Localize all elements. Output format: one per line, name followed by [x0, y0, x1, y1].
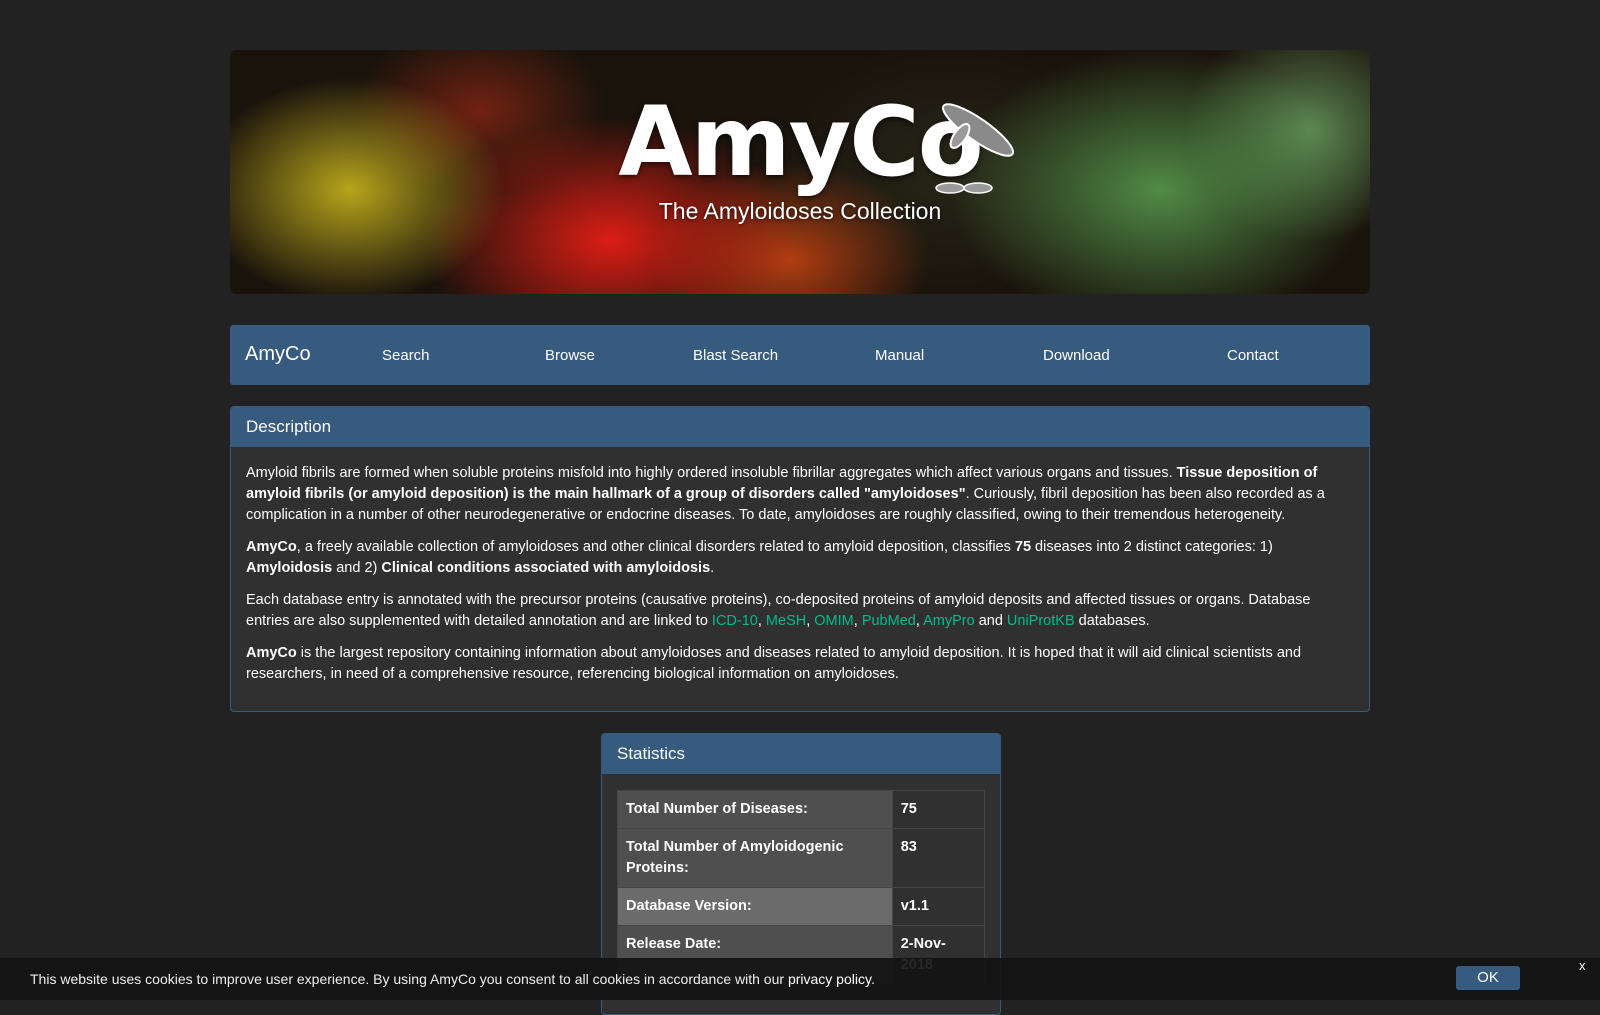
stat-label: Database Version:	[617, 887, 893, 926]
link-amypro[interactable]: AmyPro	[923, 613, 975, 629]
cookie-consent-bar: This website uses cookies to improve use…	[0, 958, 1600, 1000]
stat-value: v1.1	[891, 887, 986, 926]
text: , a freely available collection of amylo…	[296, 539, 1015, 555]
table-row: Total Number of Diseases: 75	[617, 790, 986, 829]
text: .	[710, 560, 715, 576]
description-paragraph-3: Each database entry is annotated with th…	[246, 590, 1354, 632]
text: databases.	[1074, 613, 1150, 629]
cookie-text: This website uses cookies to improve use…	[30, 971, 788, 987]
main-navbar: AmyCo Search Browse Blast Search Manual …	[230, 325, 1370, 385]
link-uniprotkb[interactable]: UniProtKB	[1007, 613, 1075, 629]
tagline: The Amyloidoses Collection	[658, 198, 942, 224]
description-panel: Description Amyloid fibrils are formed w…	[230, 406, 1370, 712]
table-row: Database Version: v1.1	[617, 887, 986, 926]
text: diseases into 2 distinct categories: 1)	[1031, 539, 1273, 555]
bold-text: Amyloidosis	[246, 560, 333, 576]
link-omim[interactable]: OMIM	[814, 613, 853, 629]
stat-label: Total Number of Amyloidogenic Proteins:	[617, 828, 893, 888]
separator: ,	[915, 613, 924, 629]
description-paragraph-4: AmyCo is the largest repository containi…	[246, 643, 1354, 685]
stat-value: 75	[891, 790, 986, 829]
statistics-table: Total Number of Diseases: 75 Total Numbe…	[617, 790, 986, 985]
cookie-ok-button[interactable]: OK	[1456, 966, 1520, 990]
cookie-close-icon[interactable]: x	[1579, 958, 1586, 973]
disease-count: 75	[1014, 539, 1032, 555]
navbar-brand[interactable]: AmyCo	[245, 343, 311, 366]
table-row: Total Number of Amyloidogenic Proteins: …	[617, 828, 986, 888]
nav-manual[interactable]: Manual	[875, 347, 924, 364]
separator: ,	[853, 613, 862, 629]
text: is the largest repository containing inf…	[246, 645, 1302, 682]
nav-contact[interactable]: Contact	[1227, 347, 1279, 364]
logo-text: AmyCo	[618, 86, 983, 198]
statistics-heading: Statistics	[602, 734, 1000, 774]
text: Amyloid fibrils are formed when soluble …	[246, 465, 1177, 481]
description-paragraph-2: AmyCo, a freely available collection of …	[246, 537, 1354, 579]
nav-browse[interactable]: Browse	[545, 347, 595, 364]
description-heading: Description	[231, 407, 1369, 447]
bold-text: Clinical conditions associated with amyl…	[381, 560, 711, 576]
link-icd10[interactable]: ICD-10	[712, 613, 758, 629]
description-body: Amyloid fibrils are formed when soluble …	[231, 447, 1369, 685]
stat-label: Total Number of Diseases:	[617, 790, 893, 829]
stat-value: 83	[891, 828, 986, 888]
separator: and	[974, 613, 1007, 629]
header-banner: AmyCo The Amyloidoses Collection	[230, 50, 1370, 294]
nav-blast-search[interactable]: Blast Search	[693, 347, 778, 364]
amyco-logo-icon	[935, 103, 1014, 194]
nav-download[interactable]: Download	[1043, 347, 1110, 364]
separator: ,	[757, 613, 766, 629]
bold-text: AmyCo	[246, 539, 297, 555]
text: and 2)	[332, 560, 382, 576]
privacy-policy-link[interactable]: privacy policy	[788, 971, 871, 987]
nav-search[interactable]: Search	[382, 347, 430, 364]
cookie-message: This website uses cookies to improve use…	[30, 971, 875, 987]
link-mesh[interactable]: MeSH	[766, 613, 806, 629]
bold-text: AmyCo	[246, 645, 297, 661]
link-pubmed[interactable]: PubMed	[862, 613, 916, 629]
cookie-text-end: .	[870, 971, 875, 987]
description-paragraph-1: Amyloid fibrils are formed when soluble …	[246, 463, 1354, 526]
